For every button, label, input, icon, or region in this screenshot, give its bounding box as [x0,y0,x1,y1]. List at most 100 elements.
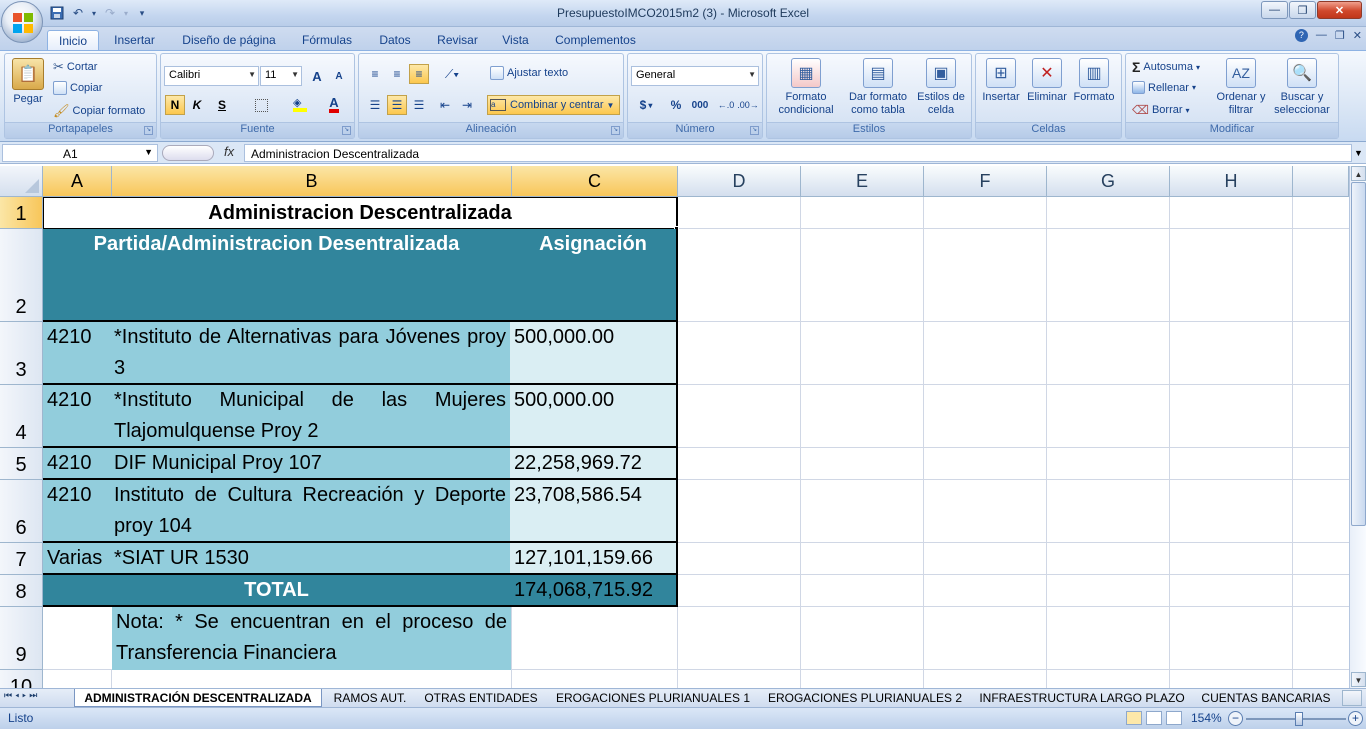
row-header-10[interactable]: 10 [0,670,43,688]
data-row-5-name[interactable]: *SIAT UR 1530 [110,543,512,575]
font-name-combo[interactable]: Calibri ▼ [164,66,259,86]
increase-indent-button[interactable]: ⇥ [457,95,477,115]
fill-button[interactable]: Rellenar ▾ [1132,81,1196,94]
insert-function-button[interactable]: fx [224,144,234,159]
expand-formula-bar-icon[interactable]: ▼ [1352,145,1365,161]
sheet-tab-erogaciones-2[interactable]: EROGACIONES PLURIANUALES 2 [762,689,968,707]
restore-button[interactable]: ❐ [1289,1,1316,19]
horizontal-scroll-handle[interactable] [1342,690,1362,706]
fill-color-button[interactable]: ◈ [285,95,315,115]
header-asignacion[interactable]: Asignación [510,229,678,322]
font-color-button[interactable]: A [319,95,349,115]
formula-input[interactable]: Administracion Descentralizada [244,144,1352,162]
row-header-5[interactable]: 5 [0,448,43,480]
conditional-format-button[interactable]: ▦ Formato condicional [770,58,842,117]
column-header-a[interactable]: A [43,166,112,197]
page-break-view-icon[interactable] [1166,711,1182,725]
tab-revisar[interactable]: Revisar [430,30,485,50]
data-row-3-amount[interactable]: 22,258,969.72 [510,448,678,480]
wrap-text-button[interactable]: Ajustar texto [490,66,568,80]
merge-center-button[interactable]: a Combinar y centrar ▼ [487,95,620,115]
tab-vista[interactable]: Vista [494,30,537,50]
underline-button[interactable]: S [209,95,235,115]
tab-formulas[interactable]: Fórmulas [295,30,359,50]
data-row-4-amount[interactable]: 23,708,586.54 [510,480,678,543]
thousands-button[interactable]: 000 [688,95,712,115]
sheet-tab-erogaciones-1[interactable]: EROGACIONES PLURIANUALES 1 [550,689,756,707]
dialog-launcher-icon[interactable]: ↘ [342,126,351,135]
number-format-combo[interactable]: General ▼ [631,66,759,86]
row-header-7[interactable]: 7 [0,543,43,575]
cell-a1-title[interactable]: Administracion Descentralizada [43,197,678,229]
zoom-slider-thumb[interactable] [1295,712,1303,726]
scroll-thumb[interactable] [1351,182,1366,526]
tab-datos[interactable]: Datos [371,30,419,50]
select-all-corner[interactable] [0,166,43,197]
data-row-2-amount[interactable]: 500,000.00 [510,385,678,448]
column-header-i[interactable] [1293,166,1349,197]
sheet-tab-administracion[interactable]: ADMINISTRACIÓN DESCENTRALIZADA [74,689,322,707]
tab-complementos[interactable]: Complementos [548,30,643,50]
sheet-nav-icons[interactable]: ⏮◂▸⏭ [4,690,40,701]
autosum-button[interactable]: Σ Autosuma ▾ [1132,59,1200,75]
vertical-scrollbar[interactable]: ▲ ▼ [1349,166,1366,688]
dialog-launcher-icon[interactable]: ↘ [144,126,153,135]
row-header-2[interactable]: 2 [0,229,43,322]
decrease-decimal-button[interactable]: .00→ [737,95,759,115]
tab-insertar[interactable]: Insertar [106,30,163,50]
copy-button[interactable]: Copiar [53,81,102,95]
column-header-b[interactable]: B [112,166,512,197]
tab-diseno-pagina[interactable]: Diseño de página [174,30,284,50]
column-header-g[interactable]: G [1047,166,1170,197]
scroll-up-icon[interactable]: ▲ [1351,166,1366,181]
data-row-2-code[interactable]: 4210 [43,385,112,448]
decrease-indent-button[interactable]: ⇤ [435,95,455,115]
header-partida[interactable]: Partida/Administracion Desentralizada [43,229,512,322]
align-center-button[interactable]: ☰ [387,95,407,115]
page-layout-view-icon[interactable] [1146,711,1162,725]
find-select-button[interactable]: 🔍 Buscar y seleccionar [1268,58,1336,117]
insert-cells-button[interactable]: ⊞ Insertar [978,58,1024,104]
cell-styles-button[interactable]: ▣ Estilos de celda [913,58,969,117]
currency-button[interactable]: $ ▾ [632,95,660,115]
italic-button[interactable]: K [187,95,207,115]
orientation-button[interactable]: ⟋▾ [437,64,467,84]
help-icon[interactable]: ? [1294,29,1308,42]
data-row-1-code[interactable]: 4210 [43,322,112,385]
tab-inicio[interactable]: Inicio [47,30,99,50]
dialog-launcher-icon[interactable]: ↘ [611,126,620,135]
cut-button[interactable]: ✂ Cortar [53,59,97,75]
data-row-4-code[interactable]: 4210 [43,480,112,543]
shrink-font-button[interactable]: A [329,66,349,86]
worksheet-grid[interactable]: A B C D E F G H 1 2 3 4 5 6 7 8 9 10 Adm… [0,166,1349,688]
row-header-6[interactable]: 6 [0,480,43,543]
column-header-f[interactable]: F [924,166,1047,197]
paste-button[interactable]: 📋 Pegar [9,58,47,106]
zoom-out-icon[interactable]: − [1228,711,1243,726]
align-middle-button[interactable]: ≡ [387,64,407,84]
data-row-4-name[interactable]: Instituto de Cultura Recreación y Deport… [110,480,512,543]
ribbon-restore-icon[interactable]: ❐ [1335,29,1345,42]
formula-bar-expand-handle[interactable] [162,145,214,161]
column-header-c[interactable]: C [512,166,678,197]
delete-cells-button[interactable]: ✕ Eliminar [1024,58,1070,104]
sheet-tab-ramos[interactable]: RAMOS AUT. [326,689,414,707]
percent-button[interactable]: % [666,95,686,115]
data-row-5-code[interactable]: Varias [43,543,112,575]
name-box[interactable]: A1 ▼ [2,144,158,162]
format-cells-button[interactable]: ▥ Formato [1070,58,1118,104]
column-header-e[interactable]: E [801,166,924,197]
align-top-button[interactable]: ≡ [365,64,385,84]
format-painter-button[interactable]: 🖌 Copiar formato [53,103,145,119]
sort-filter-button[interactable]: AZ Ordenar y filtrar [1214,58,1268,117]
row-header-1[interactable]: 1 [0,197,43,229]
dialog-launcher-icon[interactable]: ↘ [750,126,759,135]
font-size-combo[interactable]: 11 ▼ [260,66,302,86]
minimize-button[interactable]: — [1261,1,1288,19]
total-label[interactable]: TOTAL [43,575,512,607]
normal-view-icon[interactable] [1126,711,1142,725]
column-header-h[interactable]: H [1170,166,1293,197]
data-row-1-name[interactable]: *Instituto de Alternativas para Jóvenes … [110,322,512,385]
borders-button[interactable] [247,95,275,115]
close-button[interactable]: ✕ [1317,1,1362,19]
